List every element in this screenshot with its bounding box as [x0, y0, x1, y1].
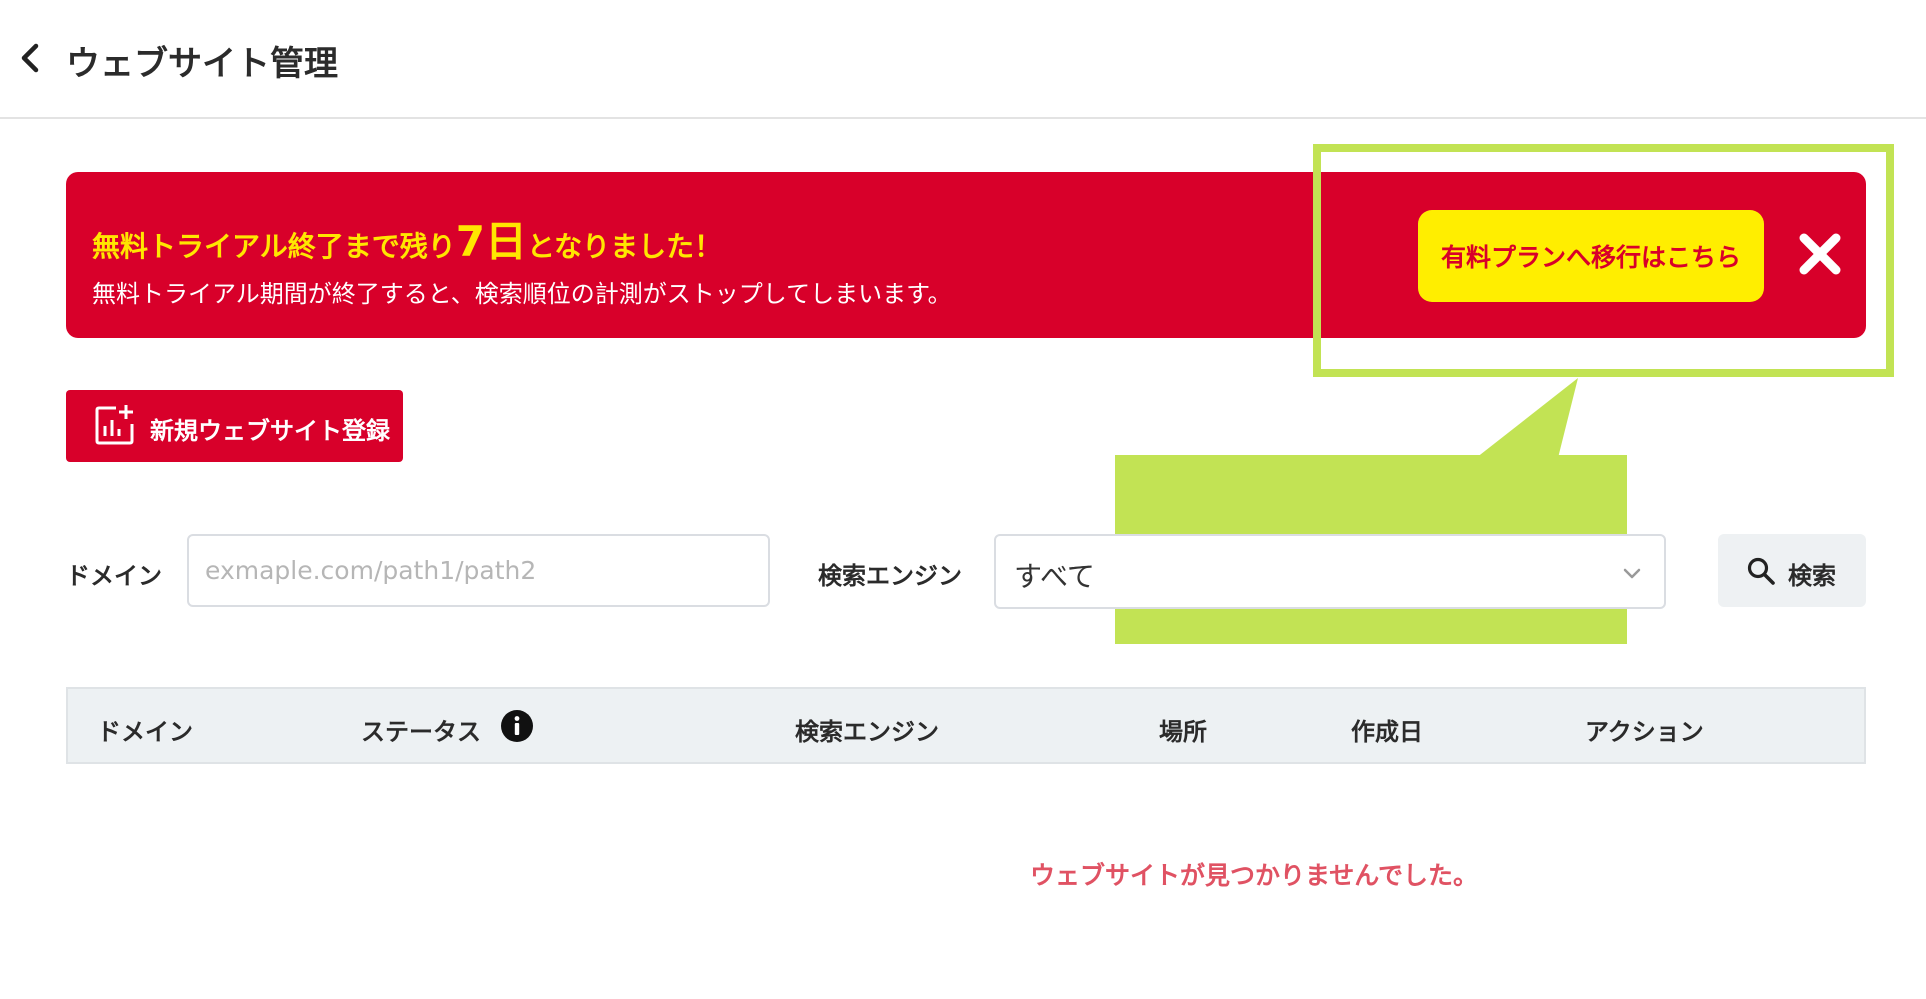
- search-button-label: 検索: [1788, 563, 1836, 590]
- column-header-created-date: 作成日: [1351, 718, 1423, 746]
- column-header-status: ステータス: [361, 718, 481, 746]
- add-chart-icon: [95, 405, 134, 445]
- column-header-domain: ドメイン: [97, 718, 193, 746]
- engine-selected-value: すべて: [1014, 560, 1095, 593]
- chevron-left-icon[interactable]: [12, 40, 48, 76]
- empty-state-message: ウェブサイトが見つかりませんでした。: [1030, 861, 1479, 890]
- add-website-label: 新規ウェブサイト登録: [150, 418, 390, 445]
- table-header: ドメイン ステータス 検索エンジン 場所 作成日 アクション: [66, 687, 1866, 764]
- trial-headline-prefix: 無料トライアル終了まで残り: [92, 230, 456, 263]
- search-button[interactable]: 検索: [1718, 534, 1866, 607]
- trial-message: 無料トライアル期間が終了すると、検索順位の計測がストップしてしまいます。: [92, 280, 952, 308]
- column-header-action: アクション: [1585, 718, 1704, 746]
- trial-days-remaining: 7日: [455, 217, 527, 266]
- domain-filter-label: ドメイン: [66, 562, 162, 590]
- chevron-down-icon: [1623, 568, 1641, 579]
- add-website-button[interactable]: 新規ウェブサイト登録: [66, 390, 403, 462]
- search-engine-select[interactable]: すべて: [994, 534, 1666, 609]
- page-title: ウェブサイト管理: [66, 44, 338, 84]
- callout-pointer: [1476, 378, 1578, 458]
- engine-filter-label: 検索エンジン: [818, 562, 962, 590]
- domain-search-input[interactable]: [187, 534, 770, 607]
- search-icon: [1747, 557, 1775, 585]
- info-icon[interactable]: [500, 709, 534, 743]
- column-header-location: 場所: [1159, 718, 1207, 746]
- trial-headline: 無料トライアル終了まで残り7日となりました！: [92, 208, 722, 269]
- column-header-search-engine: 検索エンジン: [795, 718, 939, 746]
- page-header: ウェブサイト管理: [0, 0, 1926, 119]
- trial-headline-suffix: となりました！: [526, 230, 723, 263]
- annotation-highlight-box: [1313, 144, 1894, 377]
